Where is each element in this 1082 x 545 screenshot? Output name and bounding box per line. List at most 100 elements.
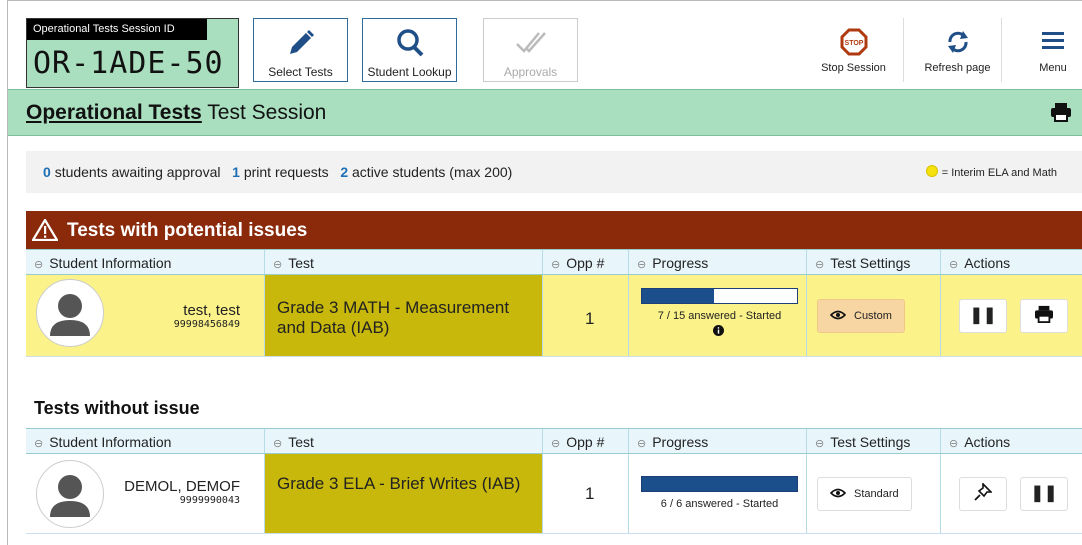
sort-icon: ⊖ bbox=[34, 438, 44, 450]
yellow-dot-icon bbox=[925, 165, 938, 177]
col-test-settings[interactable]: ⊖ Test Settings bbox=[807, 429, 941, 453]
opp-number: 1 bbox=[585, 484, 595, 503]
ok-table-header: ⊖ Student Information ⊖ Test ⊖ Opp # ⊖ Progr… bbox=[26, 428, 1082, 454]
sort-icon: ⊖ bbox=[273, 259, 283, 271]
refresh-page-label: Refresh page bbox=[924, 62, 991, 74]
pin-button[interactable] bbox=[959, 477, 1007, 511]
stop-session-button[interactable]: STOP Stop Session bbox=[804, 18, 904, 82]
table-row: DEMOL, DEMOF 9999990043 Grade 3 ELA - Bri… bbox=[26, 454, 1082, 534]
awaiting-approval-text: students awaiting approval bbox=[54, 164, 221, 180]
progress-fill bbox=[642, 477, 797, 491]
test-settings-cell: Standard bbox=[807, 454, 941, 533]
stop-session-label: Stop Session bbox=[821, 62, 886, 74]
progress-fill bbox=[642, 289, 715, 303]
progress-text: 7 / 15 answered - Started bbox=[657, 310, 782, 322]
sort-icon: ⊖ bbox=[551, 438, 561, 450]
avatar-icon bbox=[50, 294, 90, 336]
opp-cell: 1 bbox=[543, 275, 629, 356]
col-student-info[interactable]: ⊖ Student Information bbox=[26, 429, 265, 453]
col-opp[interactable]: ⊖ Opp # bbox=[543, 250, 629, 274]
session-id-label: Operational Tests Session ID bbox=[27, 19, 207, 40]
col-progress[interactable]: ⊖ Progress bbox=[629, 250, 807, 274]
sort-icon: ⊖ bbox=[815, 438, 825, 450]
student-lookup-label: Student Lookup bbox=[367, 65, 452, 79]
active-students-count[interactable]: 2 bbox=[340, 164, 348, 180]
sort-icon: ⊖ bbox=[637, 259, 647, 271]
col-test[interactable]: ⊖ Test bbox=[265, 429, 543, 453]
session-id-value: OR-1ADE-50 bbox=[33, 46, 224, 81]
student-name[interactable]: DEMOL, DEMOF 9999990043 bbox=[124, 478, 240, 506]
col-actions[interactable]: ⊖ Actions bbox=[941, 250, 1082, 274]
actions-cell: ❚❚ bbox=[941, 275, 1082, 356]
warning-icon bbox=[32, 219, 58, 241]
print-button[interactable] bbox=[1050, 102, 1072, 127]
student-id: 99998456849 bbox=[173, 319, 240, 330]
sort-icon: ⊖ bbox=[34, 259, 44, 271]
test-name: Grade 3 MATH - Measurement and Data (IAB… bbox=[277, 298, 510, 337]
student-info-cell: test, test 99998456849 bbox=[26, 275, 265, 356]
approvals-button[interactable]: Approvals bbox=[483, 18, 578, 82]
avatar bbox=[36, 460, 104, 528]
col-progress[interactable]: ⊖ Progress bbox=[629, 429, 807, 453]
hamburger-icon bbox=[1042, 32, 1064, 49]
awaiting-approval-count[interactable]: 0 bbox=[43, 164, 51, 180]
active-students-text: active students (max 200) bbox=[352, 164, 513, 180]
test-settings-standard-button[interactable]: Standard bbox=[817, 477, 912, 511]
opp-cell: 1 bbox=[543, 454, 629, 533]
avatar bbox=[36, 279, 104, 347]
print-requests-text: print requests bbox=[243, 164, 329, 180]
search-icon bbox=[396, 29, 423, 57]
eye-icon bbox=[829, 488, 847, 498]
svg-text:STOP: STOP bbox=[844, 40, 863, 47]
info-icon[interactable] bbox=[713, 325, 724, 336]
table-row: test, test 99998456849 Grade 3 MATH - Mea… bbox=[26, 275, 1082, 357]
select-tests-label: Select Tests bbox=[268, 65, 333, 79]
opp-number: 1 bbox=[585, 309, 595, 328]
print-request-button[interactable] bbox=[1020, 299, 1068, 333]
progress-cell: 6 / 6 answered - Started bbox=[629, 454, 807, 533]
menu-button[interactable]: Menu bbox=[1024, 18, 1082, 82]
refresh-page-button[interactable]: Refresh page bbox=[914, 18, 1002, 82]
pause-button[interactable]: ❚❚ bbox=[959, 299, 1007, 333]
student-name[interactable]: test, test 99998456849 bbox=[174, 302, 240, 330]
refresh-icon bbox=[947, 31, 968, 53]
progress-text: 6 / 6 answered - Started bbox=[660, 498, 779, 510]
col-opp[interactable]: ⊖ Opp # bbox=[543, 429, 629, 453]
actions-cell: ❚❚ bbox=[941, 454, 1082, 533]
approvals-label: Approvals bbox=[503, 65, 558, 79]
sort-icon: ⊖ bbox=[551, 259, 561, 271]
interim-legend: = Interim ELA and Math bbox=[925, 165, 1057, 179]
pause-button[interactable]: ❚❚ bbox=[1020, 477, 1068, 511]
page-title: Operational Tests Test Session bbox=[26, 101, 326, 125]
test-name-cell: Grade 3 MATH - Measurement and Data (IAB… bbox=[265, 275, 543, 356]
eye-icon bbox=[829, 310, 847, 320]
student-lookup-button[interactable]: Student Lookup bbox=[362, 18, 457, 82]
progress-cell: 7 / 15 answered - Started bbox=[629, 275, 807, 356]
select-tests-button[interactable]: Select Tests bbox=[253, 18, 348, 82]
test-settings-cell: Custom bbox=[807, 275, 941, 356]
avatar-icon bbox=[50, 475, 90, 517]
col-test-settings[interactable]: ⊖ Test Settings bbox=[807, 250, 941, 274]
operational-tests-link[interactable]: Operational Tests bbox=[26, 101, 202, 124]
pause-icon: ❚❚ bbox=[1030, 485, 1058, 502]
col-student-info[interactable]: ⊖ Student Information bbox=[26, 250, 265, 274]
issues-section-title: Tests with potential issues bbox=[67, 220, 308, 241]
sort-icon: ⊖ bbox=[815, 259, 825, 271]
test-name-cell: Grade 3 ELA - Brief Writes (IAB) bbox=[265, 454, 543, 533]
student-info-cell: DEMOL, DEMOF 9999990043 bbox=[26, 454, 265, 533]
test-settings-custom-button[interactable]: Custom bbox=[817, 299, 905, 333]
printer-icon bbox=[1035, 305, 1053, 323]
page-title-bar: Operational Tests Test Session bbox=[8, 89, 1082, 136]
double-check-icon bbox=[515, 32, 546, 53]
sort-icon: ⊖ bbox=[949, 259, 959, 271]
pause-icon: ❚❚ bbox=[969, 307, 997, 324]
sort-icon: ⊖ bbox=[273, 438, 283, 450]
col-actions[interactable]: ⊖ Actions bbox=[941, 429, 1082, 453]
issues-table-header: ⊖ Student Information ⊖ Test ⊖ Opp # ⊖ Progr… bbox=[26, 249, 1082, 275]
print-requests-count[interactable]: 1 bbox=[232, 164, 240, 180]
session-id-box: Operational Tests Session ID OR-1ADE-50 bbox=[26, 18, 239, 88]
menu-label: Menu bbox=[1039, 62, 1067, 74]
sort-icon: ⊖ bbox=[949, 438, 959, 450]
page-title-rest: Test Session bbox=[207, 101, 327, 124]
col-test[interactable]: ⊖ Test bbox=[265, 250, 543, 274]
